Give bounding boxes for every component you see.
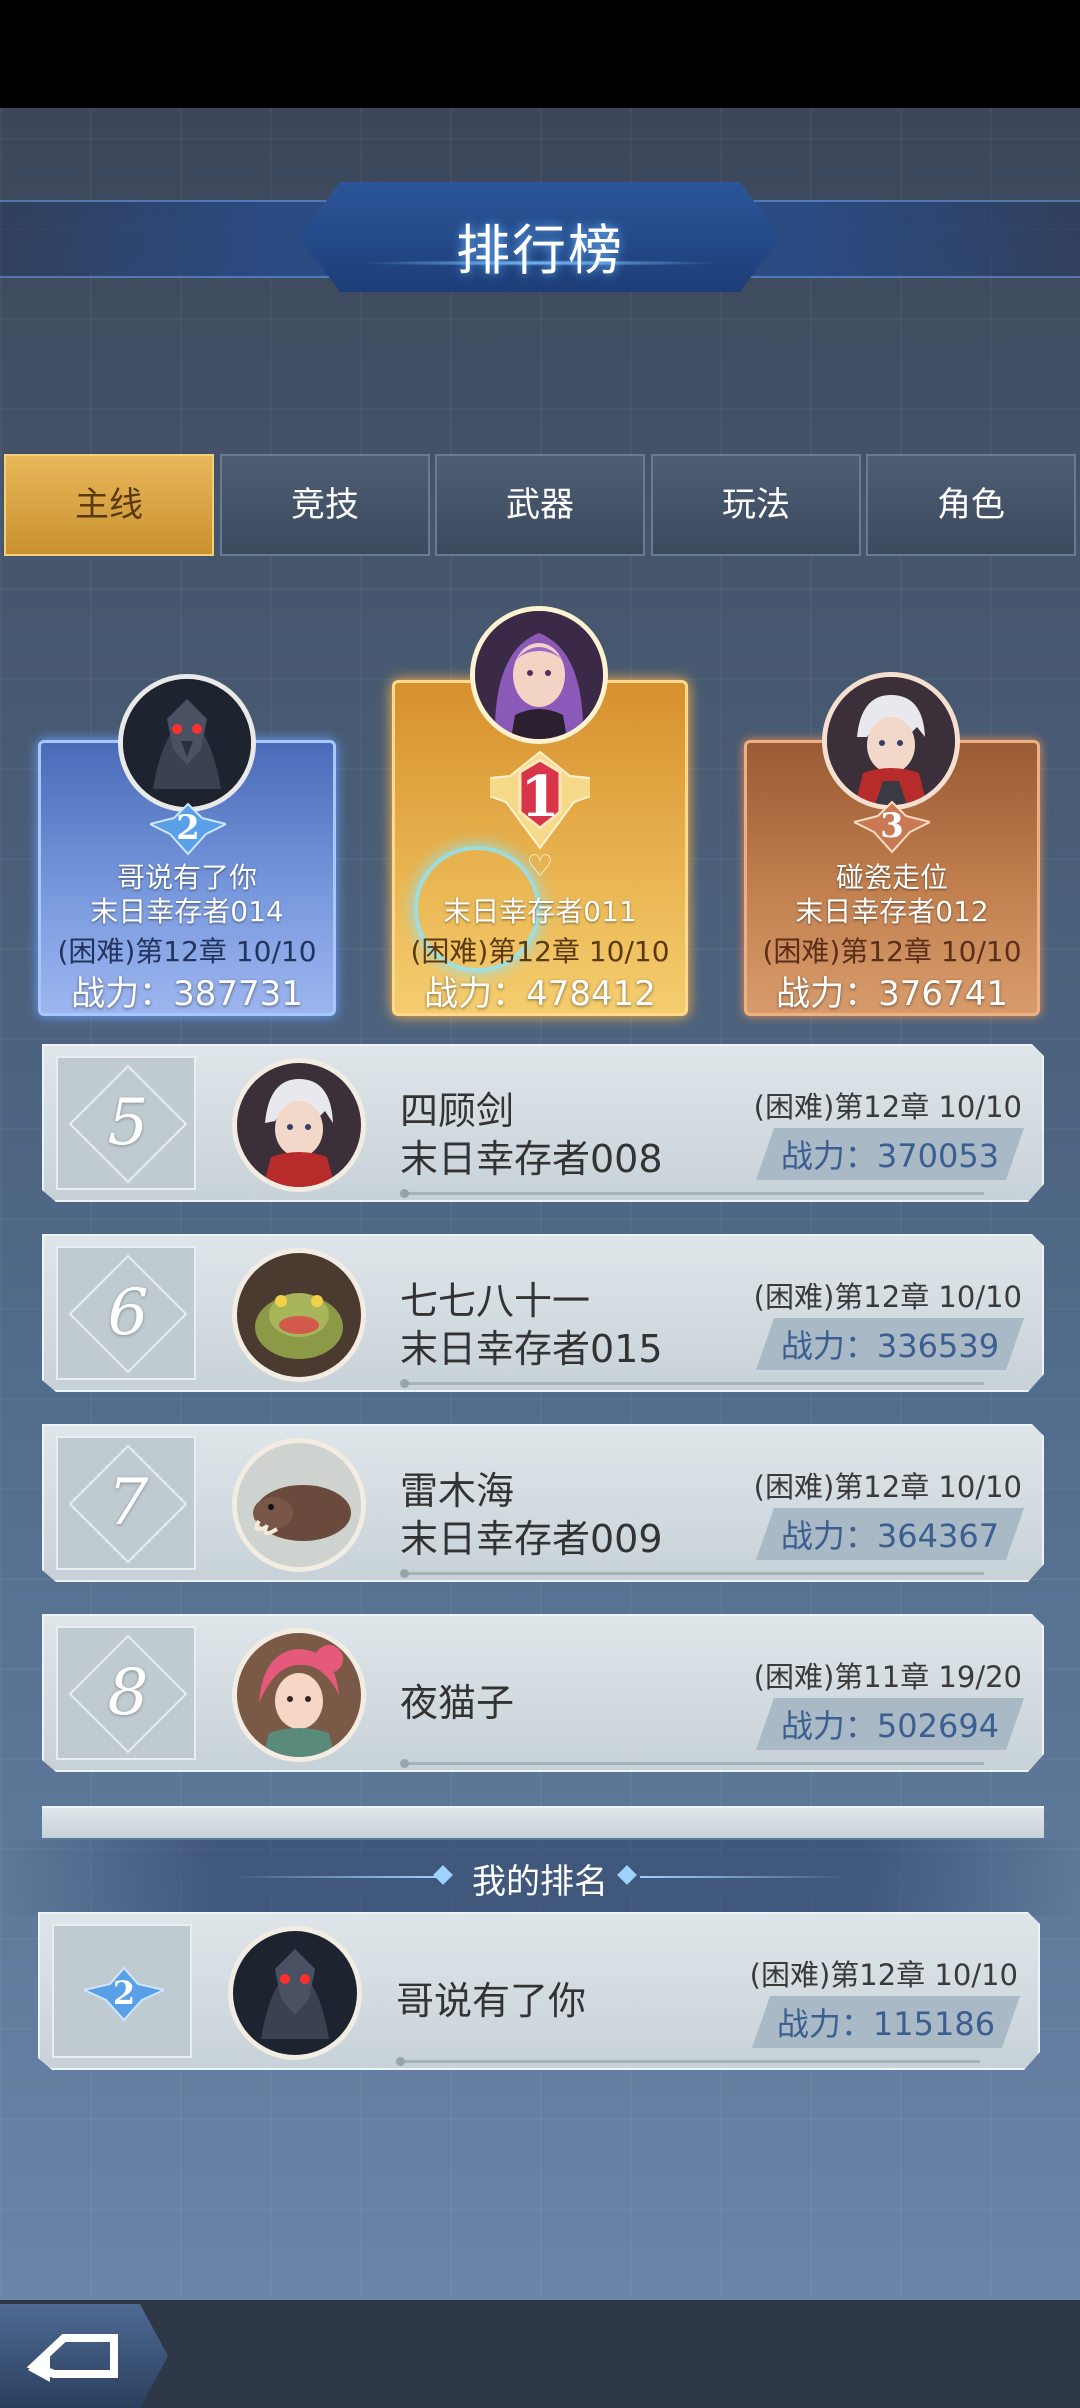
- player-name: 雷木海: [400, 1469, 515, 1513]
- player-name: 哥说有了你: [396, 1979, 587, 2023]
- podium-third-rank: 3: [880, 806, 904, 846]
- podium-third-avatar: [822, 672, 960, 810]
- player-power: 战力：336539: [780, 1327, 1000, 1365]
- my-rank-label: 我的排名: [472, 1862, 608, 1902]
- podium-third-medal: 3: [854, 796, 930, 856]
- rank-box: 2: [52, 1924, 192, 2058]
- divider-line: [396, 2057, 980, 2066]
- podium-second-power: 战力：387731: [71, 974, 303, 1014]
- rank-box: 8: [56, 1626, 196, 1760]
- player-name: 四顾剑: [400, 1089, 515, 1133]
- podium-third-name-line2: 末日幸存者012: [795, 895, 989, 928]
- rank-row-8[interactable]: 8 夜猫子 (困难)第11章 19/20 战力：502694: [42, 1614, 1044, 1772]
- player-subname: 末日幸存者015: [400, 1327, 663, 1371]
- tab-arena[interactable]: 竞技: [220, 454, 430, 556]
- tab-mainline[interactable]: 主线: [4, 454, 214, 556]
- player-avatar: [232, 1438, 366, 1572]
- divider-line: [400, 1759, 984, 1768]
- page-title: 排行榜: [456, 219, 624, 282]
- player-difficulty: (困难)第11章 19/20: [753, 1660, 1022, 1694]
- player-power: 战力：364367: [780, 1517, 1000, 1555]
- podium-first-difficulty: (困难)第12章 10/10: [410, 935, 670, 968]
- power-pill: 战力：502694: [756, 1698, 1024, 1750]
- player-avatar: [232, 1248, 366, 1382]
- rank-number: 6: [107, 1276, 149, 1350]
- podium-second-difficulty: (困难)第12章 10/10: [57, 935, 317, 968]
- rank-box: 7: [56, 1436, 196, 1570]
- header-line-right: [640, 1876, 850, 1878]
- my-rank-header: 我的排名: [0, 1840, 1080, 1916]
- podium-first-rank: 1: [520, 764, 560, 830]
- podium-first-avatar: [470, 606, 608, 744]
- podium-second-name-line2: 末日幸存者014: [90, 895, 284, 928]
- rank-row-7[interactable]: 7 雷木海 末日幸存者009 (困难)第12章 10/10 战力：364367: [42, 1424, 1044, 1582]
- tab-weapons[interactable]: 武器: [435, 454, 645, 556]
- podium-third-power: 战力：376741: [776, 974, 1008, 1014]
- rank-number: 8: [107, 1656, 149, 1730]
- player-power: 战力：370053: [780, 1137, 1000, 1175]
- player-power: 战力：502694: [780, 1707, 1000, 1745]
- podium-second-rank: 2: [176, 808, 200, 848]
- divider-line: [400, 1569, 984, 1578]
- player-power: 战力：115186: [776, 2005, 996, 2043]
- player-subname: 末日幸存者009: [400, 1517, 663, 1561]
- rank-number: 5: [107, 1086, 149, 1160]
- title-banner: 排行榜: [0, 180, 1080, 300]
- player-avatar: [232, 1058, 366, 1192]
- player-name: 七七八十一: [400, 1279, 591, 1323]
- player-name: 夜猫子: [400, 1681, 515, 1725]
- player-difficulty: (困难)第12章 10/10: [753, 1280, 1022, 1314]
- rank-box: 6: [56, 1246, 196, 1380]
- status-bar: [0, 0, 1080, 108]
- player-subname: 末日幸存者008: [400, 1137, 663, 1181]
- player-avatar: [232, 1628, 366, 1762]
- my-rank-number: 2: [112, 1974, 136, 2012]
- podium-first-medal: 1: [490, 742, 590, 852]
- rank-number: 7: [107, 1466, 149, 1540]
- player-difficulty: (困难)第12章 10/10: [753, 1090, 1022, 1124]
- power-pill: 战力：364367: [756, 1508, 1024, 1560]
- divider-line: [400, 1189, 984, 1198]
- player-difficulty: (困难)第12章 10/10: [753, 1470, 1022, 1504]
- podium-first-power: 战力：478412: [424, 974, 656, 1014]
- podium-first-name: 末日幸存者011: [443, 895, 637, 928]
- rank-row-5[interactable]: 5 四顾剑 末日幸存者008 (困难)第12章 10/10 战力：370053: [42, 1044, 1044, 1202]
- power-pill: 战力：336539: [756, 1318, 1024, 1370]
- podium-third-difficulty: (困难)第12章 10/10: [762, 935, 1022, 968]
- power-pill: 战力：370053: [756, 1128, 1024, 1180]
- divider-line: [400, 1379, 984, 1388]
- player-difficulty: (困难)第12章 10/10: [749, 1958, 1018, 1992]
- power-pill: 战力：115186: [752, 1996, 1020, 2048]
- rank-row-6[interactable]: 6 七七八十一 末日幸存者015 (困难)第12章 10/10 战力：33653…: [42, 1234, 1044, 1392]
- tab-characters[interactable]: 角色: [866, 454, 1076, 556]
- tab-bar: 主线 竞技 武器 玩法 角色: [4, 454, 1078, 556]
- rank-box: 5: [56, 1056, 196, 1190]
- my-rank-medal: 2: [84, 1962, 164, 2024]
- tab-gameplay[interactable]: 玩法: [651, 454, 861, 556]
- back-button[interactable]: [0, 2304, 168, 2408]
- player-avatar: [228, 1926, 362, 2060]
- rank-row-9-partial[interactable]: [42, 1806, 1044, 1838]
- back-arrow-icon: [26, 2334, 118, 2382]
- podium-second-avatar: [118, 674, 256, 812]
- my-rank-row[interactable]: 2 哥说有了你 (困难)第12章 10/10 战力：115186: [38, 1912, 1040, 2070]
- podium-second-medal: 2: [150, 798, 226, 858]
- heart-icon[interactable]: ♡: [522, 852, 558, 882]
